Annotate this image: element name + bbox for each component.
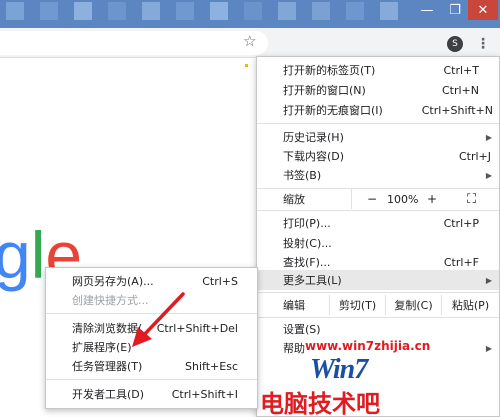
watermark-url: www.win7zhijia.cn [305,339,431,353]
menu-item-new-window[interactable]: 打开新的窗口(N) Ctrl+N [257,80,499,100]
menu-item-incognito[interactable]: 打开新的无痕窗口(I) Ctrl+Shift+N [257,100,499,120]
blurred-tab [312,2,330,20]
minimize-button[interactable]: — [412,0,442,20]
menu-item-shortcut: Ctrl+T [443,63,479,77]
menu-item-shortcut: Ctrl+F [443,255,479,269]
menu-item-shortcut: Shift+Esc [185,359,238,373]
menu-edit-row: 编辑 剪切(T) 复制(C) 粘贴(P) [257,295,499,315]
copy-button[interactable]: 复制(C) [385,295,441,315]
restore-button[interactable]: ❐ [440,0,470,20]
blurred-tab [278,2,296,20]
menu-separator [257,210,499,211]
menu-item-label: 历史记录(H) [283,131,344,144]
menu-item-label: 开发者工具(D) [72,388,145,401]
menu-item-find[interactable]: 查找(F)... Ctrl+F [257,252,499,272]
blurred-tab [244,2,262,20]
blurred-tab [6,2,24,20]
blurred-tab [40,2,58,20]
watermark-text: 电脑技术吧 [260,390,380,417]
blurred-tab [176,2,194,20]
cut-button[interactable]: 剪切(T) [329,295,385,315]
blurred-tab [210,2,228,20]
blurred-tab [346,2,364,20]
blurred-tab [108,2,126,20]
menu-item-new-tab[interactable]: 打开新的标签页(T) Ctrl+T [257,60,499,80]
menu-item-shortcut: Ctrl+J [458,149,491,163]
menu-item-shortcut: Ctrl+N [441,83,479,97]
menu-item-label: 打开新的窗口(N) [283,84,366,97]
menu-zoom-row: 缩放 − 100% + ⛶ [257,189,499,209]
submenu-arrow-icon: ▶ [485,132,492,142]
zoom-value: 100% [387,192,419,206]
red-arrow-annotation [132,292,185,347]
menu-separator [46,379,257,380]
menu-item-print[interactable]: 打印(P)... Ctrl+P [257,213,499,233]
menu-item-shortcut: Ctrl+S [202,274,238,288]
chrome-main-menu: 打开新的标签页(T) Ctrl+T 打开新的窗口(N) Ctrl+N 打开新的无… [256,56,500,417]
logo-letter-g: g [0,218,31,292]
menu-item-label: 更多工具(L) [283,274,342,287]
menu-item-shortcut: Ctrl+Shift+I [171,387,238,401]
menu-item-shortcut: Ctrl+Shift+N [421,103,493,117]
paste-button[interactable]: 粘贴(P) [441,295,499,315]
edit-label: 编辑 [283,299,305,312]
zoom-label: 缩放 [283,193,305,206]
menu-item-label: 任务管理器(T) [72,360,143,373]
menu-kebab-icon[interactable]: ⋮ [474,34,492,54]
menu-item-more-tools[interactable]: 更多工具(L) ▶ [257,270,499,290]
page-dot [245,64,248,67]
menu-item-settings[interactable]: 设置(S) [257,319,499,339]
blurred-tab [74,2,92,20]
browser-toolbar: ☆ [0,28,500,58]
fullscreen-icon[interactable]: ⛶ [467,192,476,207]
menu-item-shortcut: Ctrl+P [443,216,479,230]
watermark-logo: Win7 [310,354,368,385]
menu-separator [257,123,499,124]
menu-item-label: 下载内容(D) [283,150,345,163]
menu-item-task-manager[interactable]: 任务管理器(T) Shift+Esc [46,356,257,376]
blurred-tab [380,2,398,20]
submenu-arrow-icon: ▶ [485,343,492,353]
menu-separator [257,292,499,293]
menu-item-history[interactable]: 历史记录(H) ▶ [257,127,499,147]
submenu-arrow-icon: ▶ [485,275,492,285]
menu-item-label: 扩展程序(E) [72,341,132,354]
menu-item-bookmarks[interactable]: 书签(B) ▶ [257,165,499,185]
menu-item-label: 打印(P)... [283,217,331,230]
menu-item-label: 网页另存为(A)... [72,275,154,288]
menu-item-label: 打开新的标签页(T) [283,64,376,77]
menu-item-label: 查找(F)... [283,256,331,269]
logo-letter-l: l [30,218,46,292]
close-button[interactable]: ✕ [468,0,498,20]
submenu-arrow-icon: ▶ [485,170,492,180]
menu-item-downloads[interactable]: 下载内容(D) Ctrl+J [257,146,499,166]
address-bar[interactable] [0,31,268,55]
menu-item-label: 打开新的无痕窗口(I) [283,104,383,117]
zoom-divider [351,189,352,209]
menu-item-label: 书签(B) [283,169,322,182]
menu-item-cast[interactable]: 投射(C)... [257,233,499,253]
menu-separator [257,317,499,318]
bookmark-star-icon[interactable]: ☆ [243,32,256,50]
profile-avatar[interactable]: S [447,36,463,52]
menu-item-save-page[interactable]: 网页另存为(A)... Ctrl+S [46,271,257,291]
menu-item-label: 投射(C)... [283,237,332,250]
zoom-in-button[interactable]: + [427,192,437,206]
menu-item-developer-tools[interactable]: 开发者工具(D) Ctrl+Shift+I [46,384,257,404]
zoom-out-button[interactable]: − [367,192,377,206]
menu-item-label: 设置(S) [283,323,321,336]
menu-item-label: 帮助 [283,342,305,355]
blurred-tab [142,2,160,20]
title-bar: — ❐ ✕ [0,0,500,28]
